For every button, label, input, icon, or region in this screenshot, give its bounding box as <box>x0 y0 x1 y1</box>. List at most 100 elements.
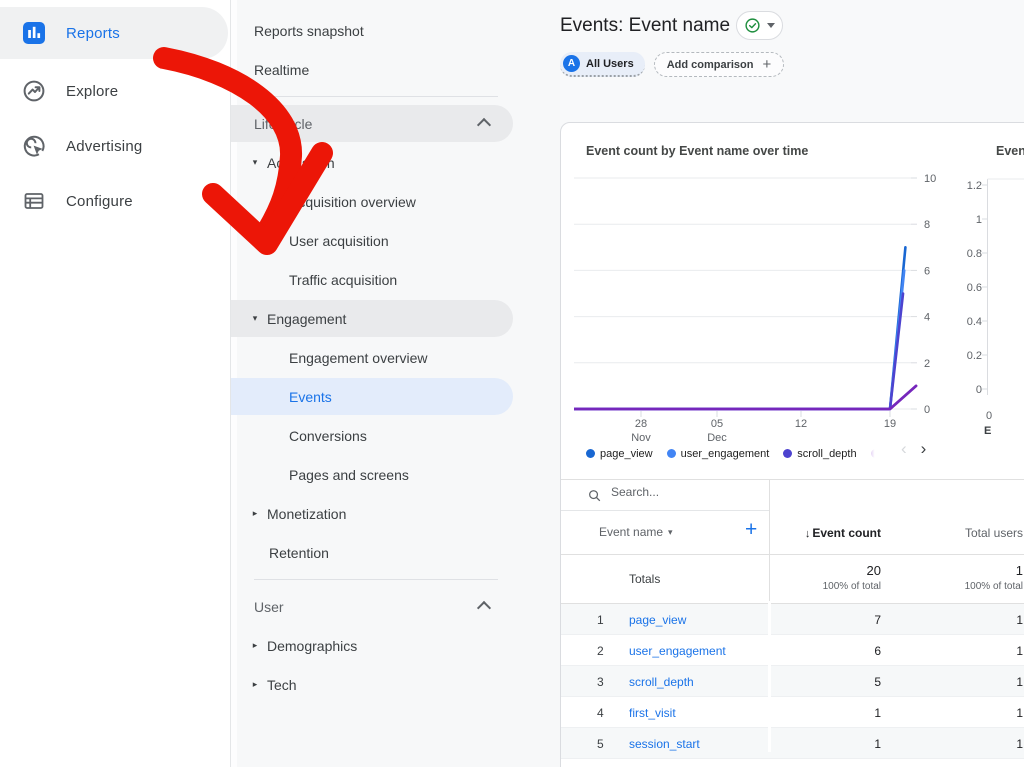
sidebar-item-reports[interactable]: Reports <box>0 7 228 59</box>
nav-item-label: Engagement overview <box>289 350 428 366</box>
nav-item-life-cycle[interactable]: Life cycle <box>231 105 513 142</box>
svg-text:0.6: 0.6 <box>967 282 982 294</box>
svg-text:E: E <box>984 425 991 437</box>
nav-item-tech[interactable]: ▸Tech <box>231 666 513 703</box>
legend-item-page-view[interactable]: page_view <box>586 448 653 460</box>
nav-item-label: Realtime <box>254 62 309 78</box>
nav-item-label: Engagement <box>267 311 346 327</box>
sidebar-item-explore[interactable]: Explore <box>0 65 228 117</box>
nav-item-engagement-overview[interactable]: Engagement overview <box>231 339 513 376</box>
event-count-value: 1 <box>769 737 881 751</box>
report-status-dropdown[interactable] <box>736 11 783 40</box>
nav-item-acquisition-overview[interactable]: Acquisition overview <box>231 183 513 220</box>
legend-item-scroll-depth[interactable]: scroll_depth <box>783 448 856 460</box>
legend-item-user-engagement[interactable]: user_engagement <box>667 448 770 460</box>
column-gap <box>768 601 771 752</box>
svg-text:05: 05 <box>711 418 723 430</box>
advertising-icon <box>22 134 46 158</box>
table-body: 1page_view712user_engagement613scroll_de… <box>561 604 1024 759</box>
svg-text:1.2: 1.2 <box>967 180 982 192</box>
nav-item-label: User <box>254 599 284 615</box>
nav-item-monetization[interactable]: ▸Monetization <box>231 495 513 532</box>
legend-fade <box>857 445 879 462</box>
table-header-row: Event name ▾ + ↓Event count Total users <box>561 511 1024 555</box>
add-comparison-label: Add comparison <box>667 59 754 71</box>
svg-text:4: 4 <box>924 312 930 324</box>
event-count-value: 1 <box>769 706 881 720</box>
row-rank: 2 <box>597 644 604 658</box>
nav-item-conversions[interactable]: Conversions <box>231 417 513 454</box>
check-circle-icon <box>744 17 761 34</box>
column-event-name[interactable]: Event name ▾ <box>599 525 673 539</box>
event-name-link[interactable]: page_view <box>629 613 686 627</box>
reports-nav-drawer: Reports snapshot Realtime Life cycle▾Acqui… <box>231 0 560 767</box>
nav-item-engagement[interactable]: ▾Engagement <box>231 300 513 337</box>
chart-title: Event count by Event name over time <box>586 144 808 158</box>
totals-label: Totals <box>629 572 660 586</box>
nav-item-user[interactable]: User <box>231 588 513 625</box>
nav-item-label: Monetization <box>267 506 346 522</box>
sort-desc-icon: ↓ <box>805 528 811 540</box>
legend-dot-icon <box>667 449 676 458</box>
column-total-users[interactable]: Total users <box>891 526 1023 540</box>
sidebar-item-advertising[interactable]: Advertising <box>0 120 228 172</box>
search-input[interactable] <box>609 484 753 500</box>
nav-item-realtime[interactable]: Realtime <box>231 51 513 88</box>
chart2-title: Event <box>996 144 1024 158</box>
svg-text:10: 10 <box>924 173 936 185</box>
nav-item-label: Tech <box>267 677 297 693</box>
row-rank: 5 <box>597 737 604 751</box>
nav-item-acquisition[interactable]: ▾Acquisition <box>231 144 513 181</box>
configure-icon <box>22 189 46 213</box>
table-totals-row: Totals 20 100% of total 1 100% of total <box>561 555 1024 604</box>
sidebar-item-label: Configure <box>66 193 133 210</box>
nav-item-user-acquisition[interactable]: User acquisition <box>231 222 513 259</box>
table-row: 5session_start11 <box>561 728 1024 759</box>
events-report-card: Event count by Event name over time Even… <box>560 122 1024 767</box>
legend-dot-icon <box>783 449 792 458</box>
totals-total-users-pct: 100% of total <box>891 581 1023 592</box>
line-chart: 024681028Nov05Dec1219 <box>574 171 946 471</box>
caret-right-icon: ▸ <box>243 640 267 651</box>
event-name-link[interactable]: user_engagement <box>629 644 726 658</box>
nav-item-label: Retention <box>269 545 329 561</box>
nav-item-traffic-acquisition[interactable]: Traffic acquisition <box>231 261 513 298</box>
svg-text:0.2: 0.2 <box>967 350 982 362</box>
legend-dot-icon <box>586 449 595 458</box>
svg-text:Dec: Dec <box>707 432 727 444</box>
nav-item-retention[interactable]: Retention <box>231 534 513 571</box>
nav-item-pages-and-screens[interactable]: Pages and screens <box>231 456 513 493</box>
svg-text:0: 0 <box>976 384 982 396</box>
svg-text:8: 8 <box>924 219 930 231</box>
svg-text:0: 0 <box>924 404 930 416</box>
main-content: Events: Event name A All Users Add compa… <box>560 0 1024 767</box>
plus-icon: + <box>763 56 772 73</box>
nav-item-demographics[interactable]: ▸Demographics <box>231 627 513 664</box>
all-users-chip[interactable]: A All Users <box>560 52 645 77</box>
add-column-button[interactable]: + <box>745 518 757 542</box>
nav-item-label: User acquisition <box>289 233 389 249</box>
bar-chart-partial: 1.210.80.60.40.200E <box>956 171 1024 441</box>
nav-item-reports-snapshot[interactable]: Reports snapshot <box>231 12 513 49</box>
sidebar-item-configure[interactable]: Configure <box>0 175 228 227</box>
event-name-link[interactable]: session_start <box>629 737 700 751</box>
chevron-down-icon <box>767 23 775 28</box>
event-name-link[interactable]: scroll_depth <box>629 675 694 689</box>
column-divider <box>769 479 770 601</box>
nav-item-events[interactable]: Events <box>231 378 513 415</box>
column-event-count[interactable]: ↓Event count <box>769 526 881 540</box>
svg-text:28: 28 <box>635 418 647 430</box>
legend-next-icon[interactable]: › <box>921 439 927 459</box>
table-row: 2user_engagement61 <box>561 635 1024 666</box>
nav-item-label: Acquisition overview <box>289 194 416 210</box>
caret-right-icon: ▸ <box>243 679 267 690</box>
event-name-link[interactable]: first_visit <box>629 706 676 720</box>
svg-text:12: 12 <box>795 418 807 430</box>
legend-prev-icon[interactable]: ‹ <box>901 439 907 459</box>
add-comparison-button[interactable]: Add comparison + <box>654 52 785 77</box>
nav-divider <box>231 90 560 103</box>
svg-text:0.8: 0.8 <box>967 248 982 260</box>
totals-event-count: 20 <box>769 563 881 578</box>
search-icon <box>587 488 602 503</box>
all-users-label: All Users <box>586 58 634 70</box>
